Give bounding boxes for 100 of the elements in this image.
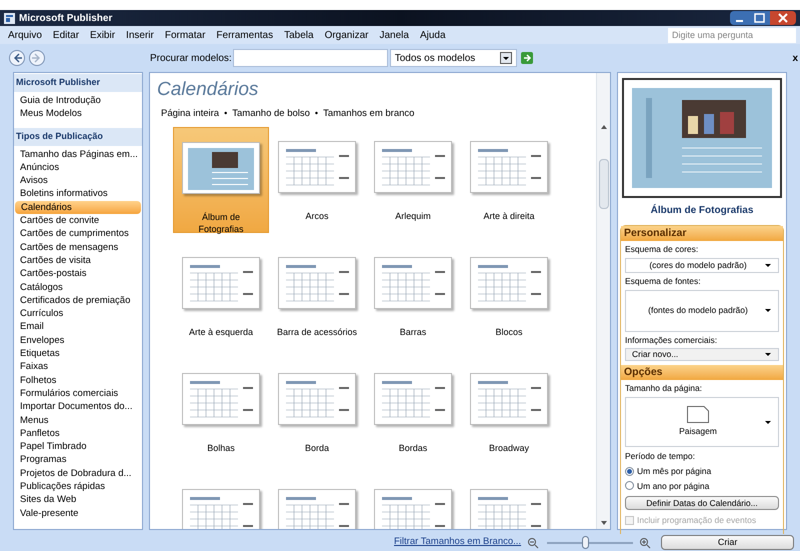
template-thumbnail[interactable] [182, 142, 260, 194]
sidebar-item[interactable]: Panfletos [14, 426, 142, 440]
template-label: Borda [304, 442, 330, 454]
dropdown[interactable]: (cores do modelo padrão) [625, 258, 779, 273]
caret-icon [764, 420, 772, 424]
menu-item[interactable]: Janela [379, 28, 409, 42]
template-thumbnail[interactable] [182, 489, 260, 529]
page-size-dropdown[interactable]: Paisagem [625, 397, 779, 447]
template-thumbnail[interactable] [470, 373, 548, 426]
sidebar-item[interactable]: Guia de Introdução [14, 94, 142, 107]
close-pane-button[interactable]: x [792, 50, 798, 66]
dropdown[interactable]: (fontes do modelo padrão) [625, 290, 779, 332]
sidebar-item[interactable]: Cartões de mensagens [14, 240, 142, 254]
create-button[interactable]: Criar [661, 535, 794, 550]
template-thumbnail[interactable] [470, 141, 548, 194]
template-thumbnail[interactable] [278, 489, 356, 529]
field-label: Esquema de fontes: [625, 274, 702, 288]
section-header: Personalizar [621, 226, 783, 241]
bullet: • [314, 107, 318, 120]
sidebar-item[interactable]: Vale-presente [14, 506, 142, 520]
sidebar-item[interactable]: Papel Timbrado [14, 440, 142, 454]
minimize-icon [730, 11, 750, 25]
template-thumbnail[interactable] [470, 257, 548, 310]
radio-label: Um mês por página [637, 464, 712, 478]
sidebar-item[interactable]: Projetos de Dobradura d... [14, 466, 142, 480]
template-label: Álbum de Fotografias [197, 211, 245, 236]
menu-item[interactable]: Inserir [126, 28, 154, 42]
sidebar-item[interactable]: Meus Modelos [14, 106, 142, 120]
scroll-thumb[interactable] [598, 159, 608, 209]
template-search-field[interactable] [232, 49, 388, 67]
sidebar-item[interactable]: Cartões-postais [14, 267, 142, 281]
sidebar-item[interactable]: Envelopes [14, 334, 142, 348]
sidebar-item[interactable]: Cartões de visita [14, 254, 142, 268]
template-thumbnail[interactable] [182, 257, 260, 310]
radio-button[interactable] [625, 481, 634, 490]
template-label: Blocos [495, 326, 522, 338]
checkbox-label: Incluir programação de eventos [637, 514, 756, 527]
scope-dropdown[interactable]: Todos os modelos [390, 49, 517, 67]
radio-button[interactable] [625, 466, 634, 476]
sidebar-item[interactable]: Cartões de cumprimentos [14, 227, 142, 241]
sidebar-item[interactable]: Boletins informativos [14, 187, 142, 201]
template-label: Bolhas [207, 442, 235, 454]
section-header: Opções [621, 365, 783, 380]
window-title: Microsoft Publisher [19, 12, 112, 26]
filter-link[interactable]: Tamanho de bolso [232, 107, 310, 122]
menu-item[interactable]: Arquivo [8, 28, 42, 42]
menu-item[interactable]: Tabela [284, 28, 314, 42]
sidebar-item[interactable]: Publicações rápidas [14, 480, 142, 494]
template-thumbnail[interactable] [374, 257, 452, 310]
sidebar-item[interactable]: Currículos [14, 307, 142, 320]
zoom-in-icon [639, 536, 652, 548]
sidebar-item[interactable]: Avisos [14, 174, 142, 188]
sidebar-item[interactable]: Formulários comerciais [14, 386, 142, 400]
sidebar-item[interactable]: Folhetos [14, 374, 142, 387]
template-thumbnail[interactable] [470, 489, 548, 529]
set-dates-button[interactable]: Definir Datas do Calendário... [625, 496, 779, 510]
sidebar-item[interactable]: Email [14, 320, 142, 334]
radio-label: Um ano por página [637, 480, 710, 492]
menu-item[interactable]: Formatar [164, 28, 206, 42]
sidebar-item[interactable]: Catálogos [14, 280, 142, 294]
filter-link[interactable]: Filtrar Tamanhos em Branco... [394, 535, 522, 550]
page-size-value: Paisagem [679, 425, 717, 438]
sidebar-item[interactable]: Anúncios [14, 160, 142, 174]
template-thumbnail[interactable] [182, 373, 260, 426]
sidebar-item[interactable]: Etiquetas [14, 347, 142, 360]
sidebar-item[interactable]: Programas [14, 453, 142, 467]
template-label: Barras [400, 326, 426, 338]
menu-item[interactable]: Editar [52, 28, 80, 42]
help-search-field[interactable]: Digite uma pergunta [668, 28, 796, 42]
sidebar-item[interactable]: Certificados de premiação [14, 294, 142, 308]
template-thumbnail[interactable] [278, 373, 356, 426]
sidebar-item[interactable]: Tamanho das Páginas em... [14, 148, 142, 161]
menu-item[interactable]: Exibir [90, 28, 116, 42]
scrollbar[interactable] [596, 73, 610, 529]
sidebar-item[interactable]: Sites da Web [14, 493, 142, 507]
template-label: Broadway [488, 442, 530, 454]
sidebar-item[interactable]: Faixas [14, 360, 142, 374]
sidebar-item[interactable]: Importar Documentos do... [14, 400, 142, 414]
template-label: Arcos [305, 210, 328, 222]
caret-icon [764, 352, 772, 358]
template-thumbnail[interactable] [278, 141, 356, 194]
template-label: Arlequim [395, 210, 431, 222]
template-thumbnail[interactable] [374, 489, 452, 529]
restore-icon [750, 11, 770, 25]
sidebar-item[interactable]: Cartões de convite [14, 214, 142, 228]
template-thumbnail[interactable] [278, 257, 356, 310]
menu-item[interactable]: Ajuda [420, 28, 446, 42]
template-thumbnail[interactable] [374, 141, 452, 194]
sidebar-item[interactable]: Menus [14, 414, 142, 427]
zoom-slider-thumb[interactable] [582, 536, 590, 549]
filter-link[interactable]: Página inteira [161, 107, 220, 122]
go-arrow-icon [520, 52, 533, 64]
menu-item[interactable]: Ferramentas [216, 28, 274, 42]
template-thumbnail[interactable] [374, 373, 452, 426]
filter-link[interactable]: Tamanhos em branco [323, 107, 414, 122]
sidebar-item[interactable]: Calendários [15, 200, 141, 214]
search-label: Procurar modelos: [150, 52, 232, 66]
caret-icon [764, 308, 772, 313]
menu-item[interactable]: Organizar [324, 28, 368, 42]
dropdown[interactable]: Criar novo... [625, 348, 779, 362]
